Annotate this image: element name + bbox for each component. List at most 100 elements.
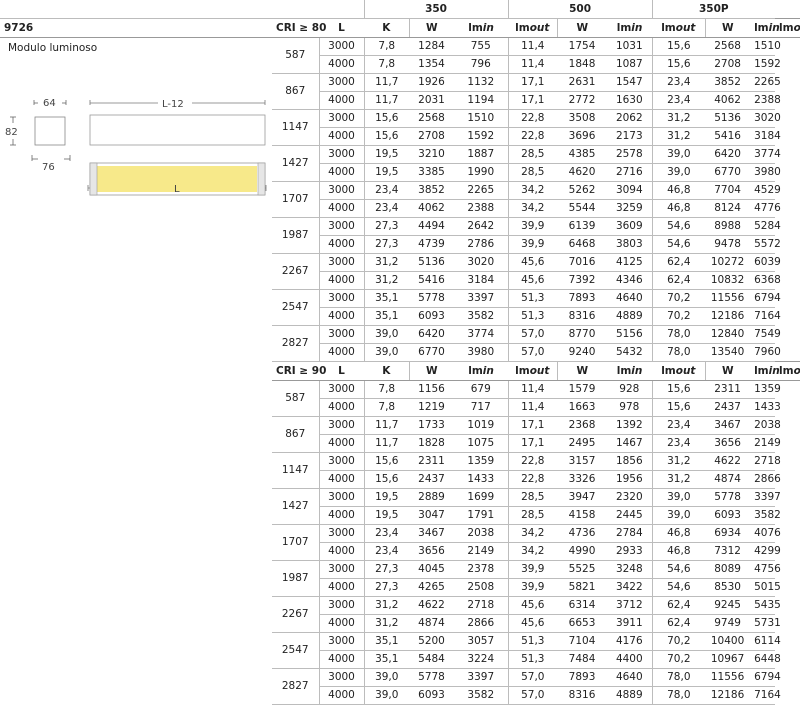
row-spacer xyxy=(0,561,272,579)
value-cell: 31,2 xyxy=(364,596,410,615)
value-cell: 51,3 xyxy=(508,289,558,308)
color-temperature-cell: 4000 xyxy=(319,542,365,561)
color-temperature-cell: 3000 xyxy=(319,524,365,543)
value-cell: 1359 xyxy=(750,380,781,399)
row-spacer xyxy=(0,344,272,362)
value-cell: 5778 xyxy=(705,488,751,507)
value-cell: 3210 xyxy=(409,145,455,164)
value-cell: 57,0 xyxy=(508,686,558,705)
value-cell: 15,6 xyxy=(364,452,410,471)
value-cell: 4622 xyxy=(409,596,455,615)
row-spacer xyxy=(0,56,272,74)
value-cell: 19,5 xyxy=(364,506,410,525)
value-cell: 8124 xyxy=(705,199,751,218)
row-spacer xyxy=(0,615,272,633)
value-cell: 31,2 xyxy=(652,452,706,471)
table-row: 587 3000 7,8 1156 679 11,4 1579 928 15,6 2311 1359 xyxy=(0,380,800,417)
value-cell: 51,3 xyxy=(508,307,558,326)
row-spacer xyxy=(0,453,272,471)
col-header-lmin: lmin xyxy=(607,361,653,381)
value-cell: 1630 xyxy=(607,91,653,110)
value-cell: 45,6 xyxy=(508,614,558,633)
value-cell: 1592 xyxy=(454,127,509,146)
cri-label: CRI ≥ 80 xyxy=(272,18,326,38)
value-cell: 3248 xyxy=(607,560,653,579)
length-cell: 1987 xyxy=(272,217,320,254)
value-cell: 5416 xyxy=(409,271,455,290)
row-spacer xyxy=(0,290,272,308)
value-cell: 35,1 xyxy=(364,307,410,326)
out-label: out xyxy=(529,21,550,34)
cri-label: CRI ≥ 90 xyxy=(272,361,326,381)
value-cell: 3980 xyxy=(750,163,781,182)
value-cell: 7016 xyxy=(557,253,608,272)
value-cell: 51,3 xyxy=(508,632,558,651)
value-cell: 5484 xyxy=(409,650,455,669)
value-cell: 755 xyxy=(454,37,509,56)
value-cell: 62,4 xyxy=(652,614,706,633)
value-cell: 39,9 xyxy=(508,560,558,579)
value-cell: 4529 xyxy=(750,181,781,200)
value-cell: 7960 xyxy=(750,343,781,362)
value-cell: 4176 xyxy=(607,632,653,651)
row-spacer xyxy=(0,381,272,399)
value-cell: 11,7 xyxy=(364,416,410,435)
length-cell: 867 xyxy=(272,73,320,110)
section-view-drawing xyxy=(10,100,71,161)
value-cell: 11,7 xyxy=(364,73,410,92)
color-temperature-cell: 4000 xyxy=(319,398,365,417)
value-cell: 6039 xyxy=(750,253,781,272)
value-cell: 45,6 xyxy=(508,271,558,290)
row-spacer xyxy=(0,417,272,435)
value-cell: 10272 xyxy=(705,253,751,272)
row-spacer xyxy=(0,435,272,453)
color-temperature-cell: 3000 xyxy=(319,632,365,651)
value-cell: 3259 xyxy=(607,199,653,218)
lm-label: lm xyxy=(779,364,794,377)
value-cell: 2642 xyxy=(454,217,509,236)
value-cell: 2772 xyxy=(557,91,608,110)
current-350: 350 xyxy=(363,0,509,19)
value-cell: 2265 xyxy=(454,181,509,200)
value-cell: 6420 xyxy=(409,325,455,344)
value-cell: 46,8 xyxy=(652,524,706,543)
length-cell: 1707 xyxy=(272,181,320,218)
row-spacer xyxy=(0,507,272,525)
value-cell: 17,1 xyxy=(508,73,558,92)
value-cell: 12186 xyxy=(705,686,751,705)
table-row: 2827 3000 39,0 6420 3774 57,0 8770 5156 78,0 1284… xyxy=(0,325,800,362)
value-cell: 2368 xyxy=(557,416,608,435)
value-cell: 2508 xyxy=(454,578,509,597)
value-cell: 54,6 xyxy=(652,560,706,579)
value-cell: 5136 xyxy=(409,253,455,272)
table-row: 4000 27,3 4739 2786 39,9 6468 3803 54,6 9478 5572 xyxy=(0,235,800,254)
value-cell: 3980 xyxy=(454,343,509,362)
value-cell: 23,4 xyxy=(652,416,706,435)
value-cell: 45,6 xyxy=(508,596,558,615)
value-cell: 27,3 xyxy=(364,235,410,254)
value-cell: 1219 xyxy=(409,398,455,417)
value-cell: 8988 xyxy=(705,217,751,236)
value-cell: 4062 xyxy=(409,199,455,218)
column-header-row: 9726 CRI ≥ 80 L K Wlmin lmout Wlmin lmout Wlmin l… xyxy=(0,18,800,38)
value-cell: 27,3 xyxy=(364,578,410,597)
value-cell: 8770 xyxy=(557,325,608,344)
value-cell: 1579 xyxy=(557,380,608,399)
value-cell: 7392 xyxy=(557,271,608,290)
lm-label: lm xyxy=(616,364,632,377)
value-cell: 3712 xyxy=(607,596,653,615)
row-spacer xyxy=(0,308,272,326)
lm-label: lm xyxy=(754,364,769,377)
value-cell: 2378 xyxy=(454,560,509,579)
value-cell: 54,6 xyxy=(652,235,706,254)
value-cell: 1791 xyxy=(454,506,509,525)
in-label: in xyxy=(482,364,494,377)
value-cell: 4874 xyxy=(409,614,455,633)
value-cell: 978 xyxy=(607,398,653,417)
value-cell: 27,3 xyxy=(364,560,410,579)
value-cell: 3774 xyxy=(750,145,781,164)
value-cell: 3184 xyxy=(750,127,781,146)
value-cell: 4640 xyxy=(607,289,653,308)
length-cell: 1707 xyxy=(272,524,320,561)
lm-label: lm xyxy=(515,364,530,377)
